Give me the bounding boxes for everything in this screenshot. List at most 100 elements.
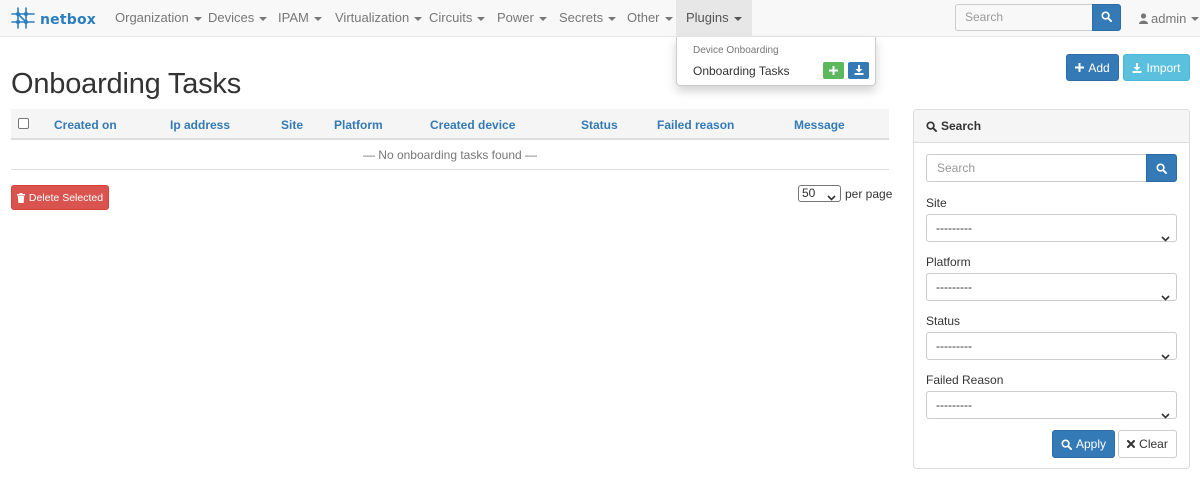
navbar-search-button[interactable] xyxy=(1092,4,1121,31)
nav-power[interactable]: Power xyxy=(497,0,547,37)
add-label: Add xyxy=(1088,60,1110,75)
brand-name: netbox xyxy=(40,11,97,28)
column-message[interactable]: Message xyxy=(794,118,845,132)
page-title: Onboarding Tasks xyxy=(11,68,242,100)
failed-reason-filter-value: --------- xyxy=(936,398,972,412)
platform-filter-select[interactable]: --------- xyxy=(926,273,1177,301)
status-filter-select[interactable]: --------- xyxy=(926,332,1177,360)
dropdown-header: Device Onboarding xyxy=(693,45,779,56)
chevron-down-icon xyxy=(1161,402,1170,428)
nav-label: Virtualization xyxy=(335,10,410,25)
caret-down-icon xyxy=(477,16,486,21)
search-icon xyxy=(1061,438,1076,450)
panel-search: Search xyxy=(926,154,1177,182)
empty-table-message: — No onboarding tasks found — xyxy=(11,141,889,170)
caret-down-icon xyxy=(259,16,268,21)
column-ip-address[interactable]: Ip address xyxy=(170,118,230,132)
caret-down-icon xyxy=(538,16,547,21)
per-page-value: 50 xyxy=(802,186,816,200)
caret-down-icon xyxy=(733,16,742,21)
nav-circuits[interactable]: Circuits xyxy=(429,0,486,37)
column-failed-reason[interactable]: Failed reason xyxy=(657,118,734,132)
search-panel: Search Search Site --------- Platform --… xyxy=(913,109,1190,469)
panel-search-button[interactable] xyxy=(1146,154,1177,182)
chevron-down-icon xyxy=(1161,225,1170,251)
platform-filter-label: Platform xyxy=(926,255,971,269)
nav-organization[interactable]: Organization xyxy=(115,0,202,37)
navbar-search-input[interactable]: Search xyxy=(955,4,1092,31)
column-created-device[interactable]: Created device xyxy=(430,118,515,132)
status-filter-label: Status xyxy=(926,314,961,328)
delete-label: Delete Selected xyxy=(28,191,104,204)
nav-label: Secrets xyxy=(559,10,604,25)
failed-reason-filter-select[interactable]: --------- xyxy=(926,391,1177,419)
site-filter-value: --------- xyxy=(936,221,972,235)
nav-label: Power xyxy=(497,10,534,25)
per-page-control: 50 per page xyxy=(798,185,892,202)
caret-down-icon xyxy=(313,16,322,21)
trash-icon xyxy=(16,192,29,203)
table-header: Created on Ip address Site Platform Crea… xyxy=(11,109,889,140)
brand-link[interactable]: netbox xyxy=(11,7,96,32)
search-panel-title: Search xyxy=(941,119,982,133)
apply-label: Apply xyxy=(1075,437,1107,451)
plus-icon xyxy=(1075,63,1088,72)
onboarding-tasks-link[interactable]: Onboarding Tasks xyxy=(693,64,790,78)
search-icon xyxy=(1101,10,1112,25)
chevron-down-icon xyxy=(827,190,836,205)
caret-down-icon xyxy=(414,16,423,21)
nav-label: IPAM xyxy=(278,10,309,25)
navbar: netbox Organization Devices IPAM Virtual… xyxy=(0,0,1200,37)
platform-filter-value: --------- xyxy=(936,280,972,294)
column-platform[interactable]: Platform xyxy=(334,118,383,132)
panel-search-input[interactable]: Search xyxy=(926,154,1146,182)
clear-label: Clear xyxy=(1139,437,1168,451)
nav-label: Devices xyxy=(208,10,255,25)
site-filter-label: Site xyxy=(926,196,947,210)
nav-virtualization[interactable]: Virtualization xyxy=(335,0,423,37)
delete-selected-button[interactable]: Delete Selected xyxy=(11,185,109,210)
plugins-dropdown-menu: Device Onboarding Onboarding Tasks xyxy=(676,37,876,86)
nav-plugins[interactable]: Plugins xyxy=(676,0,752,37)
clear-button[interactable]: Clear xyxy=(1118,430,1177,458)
import-label: Import xyxy=(1146,60,1181,75)
site-filter-select[interactable]: --------- xyxy=(926,214,1177,242)
status-filter-value: --------- xyxy=(936,339,972,353)
search-panel-heading: Search xyxy=(914,110,1189,143)
user-name: admin xyxy=(1151,10,1187,26)
column-site[interactable]: Site xyxy=(281,118,303,132)
caret-down-icon xyxy=(193,16,202,21)
netbox-logo-icon xyxy=(11,7,35,32)
dropdown-add-button[interactable] xyxy=(823,62,844,79)
per-page-label: per page xyxy=(845,186,893,201)
navbar-search: Search xyxy=(955,4,1121,31)
dropdown-import-button[interactable] xyxy=(848,62,869,79)
nav-label: Plugins xyxy=(686,10,729,25)
chevron-down-icon xyxy=(1161,284,1170,310)
plus-icon xyxy=(829,63,838,78)
nav-devices[interactable]: Devices xyxy=(208,0,268,37)
column-created-on[interactable]: Created on xyxy=(54,118,117,132)
nav-label: Other xyxy=(627,10,660,25)
nav-other[interactable]: Other xyxy=(627,0,673,37)
caret-down-icon xyxy=(664,16,673,21)
search-icon xyxy=(1156,162,1167,174)
import-icon xyxy=(1132,62,1146,73)
select-all-checkbox[interactable] xyxy=(18,118,29,129)
user-icon xyxy=(1139,13,1148,24)
user-menu[interactable]: admin xyxy=(1139,0,1200,37)
per-page-select[interactable]: 50 xyxy=(798,185,841,202)
chevron-down-icon xyxy=(1161,343,1170,369)
search-icon xyxy=(926,120,941,132)
times-icon xyxy=(1127,440,1139,448)
caret-down-icon xyxy=(1191,16,1200,21)
nav-ipam[interactable]: IPAM xyxy=(278,0,322,37)
apply-button[interactable]: Apply xyxy=(1052,430,1115,458)
import-button[interactable]: Import xyxy=(1123,54,1190,81)
nav-secrets[interactable]: Secrets xyxy=(559,0,617,37)
nav-label: Organization xyxy=(115,10,189,25)
add-button[interactable]: Add xyxy=(1066,54,1119,81)
nav-label: Circuits xyxy=(429,10,473,25)
column-status[interactable]: Status xyxy=(581,118,618,132)
import-icon xyxy=(854,63,864,78)
